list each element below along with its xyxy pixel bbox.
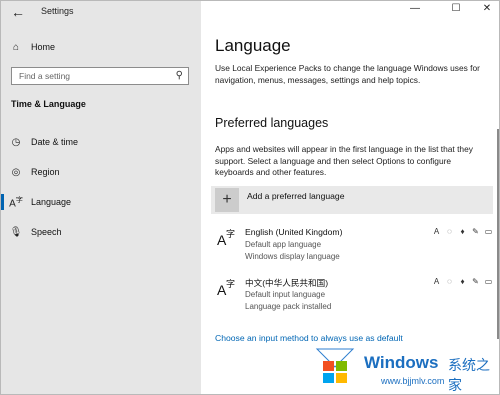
- microphone-icon: ♦: [460, 277, 465, 286]
- plus-icon: +: [215, 188, 239, 212]
- keyboard-icon: ▭: [484, 227, 493, 236]
- minimize-button[interactable]: —: [405, 3, 425, 14]
- speech-icon: ◌: [447, 277, 452, 286]
- clock-icon: ◷: [11, 136, 21, 148]
- language-item-english[interactable]: A字 English (United Kingdom) Default app …: [211, 225, 493, 269]
- scrollbar[interactable]: [497, 129, 499, 339]
- sidebar-item-label: Date & time: [31, 137, 79, 147]
- sidebar-item-region[interactable]: ◎ Region: [1, 158, 201, 186]
- close-button[interactable]: ✕: [477, 3, 497, 14]
- keyboard-icon: ▭: [484, 277, 493, 286]
- sidebar-item-home[interactable]: ⌂ Home: [1, 33, 201, 61]
- language-icon: A字: [9, 196, 23, 210]
- watermark: Windows 系统之家 www.bjjmlv.com: [309, 341, 499, 394]
- sidebar-item-date-time[interactable]: ◷ Date & time: [1, 128, 201, 156]
- sidebar-item-language[interactable]: A字 Language: [1, 188, 201, 216]
- speech-icon: ◌: [447, 227, 452, 236]
- sidebar: ← Settings ⌂ Home Find a setting ⚲ Time …: [1, 1, 201, 394]
- search-placeholder: Find a setting: [19, 71, 71, 81]
- language-capabilities: A ◌ ♦ ✎ ▭: [432, 227, 493, 236]
- language-glyph-icon: A字: [217, 229, 236, 248]
- settings-window: ← Settings ⌂ Home Find a setting ⚲ Time …: [0, 0, 500, 395]
- preferred-languages-description: Apps and websites will appear in the fir…: [215, 144, 473, 177]
- globe-icon: ◎: [11, 166, 21, 178]
- watermark-url: www.bjjmlv.com: [381, 376, 445, 386]
- language-name: English (United Kingdom): [245, 227, 343, 237]
- handwriting-icon: ✎: [472, 277, 479, 286]
- maximize-button[interactable]: ☐: [446, 3, 466, 14]
- sidebar-item-label: Region: [31, 167, 60, 177]
- microphone-icon: ♦: [460, 227, 465, 236]
- language-glyph-icon: A字: [217, 279, 236, 298]
- watermark-brand: Windows: [364, 353, 439, 372]
- display-language-icon: A: [433, 227, 440, 236]
- microphone-icon: 🎙︎: [9, 226, 23, 238]
- sidebar-item-speech[interactable]: 🎙︎ Speech: [1, 218, 201, 246]
- page-description: Use Local Experience Packs to change the…: [215, 63, 480, 85]
- back-arrow-icon[interactable]: ←: [11, 4, 27, 20]
- display-language-icon: A: [433, 277, 440, 286]
- add-language-label: Add a preferred language: [247, 191, 345, 201]
- search-icon: ⚲: [175, 70, 183, 81]
- home-label: Home: [31, 42, 56, 52]
- search-input[interactable]: Find a setting ⚲: [11, 67, 189, 85]
- app-title: Settings: [41, 6, 74, 16]
- preferred-languages-heading: Preferred languages: [215, 116, 329, 130]
- windows-logo-icon: [315, 348, 355, 383]
- handwriting-icon: ✎: [472, 227, 479, 236]
- page-title: Language: [215, 36, 291, 55]
- language-status: Language pack installed: [245, 302, 332, 311]
- title-bar-left: ← Settings: [1, 1, 201, 25]
- language-name: 中文(中华人民共和国): [245, 278, 329, 288]
- home-icon: ⌂: [12, 41, 20, 53]
- sidebar-item-label: Speech: [31, 227, 62, 237]
- language-item-chinese[interactable]: A字 中文(中华人民共和国) Default input language La…: [211, 275, 493, 319]
- add-language-button[interactable]: + Add a preferred language: [211, 186, 493, 214]
- section-title: Time & Language: [11, 99, 86, 109]
- language-status: Default app language: [245, 240, 322, 249]
- sidebar-item-label: Language: [31, 197, 72, 207]
- watermark-cn: 系统之家: [448, 357, 490, 393]
- language-capabilities: A ◌ ♦ ✎ ▭: [432, 277, 493, 286]
- language-status: Default input language: [245, 290, 326, 299]
- main-pane: — ☐ ✕ Language Use Local Experience Pack…: [201, 1, 499, 394]
- language-status: Windows display language: [245, 252, 340, 261]
